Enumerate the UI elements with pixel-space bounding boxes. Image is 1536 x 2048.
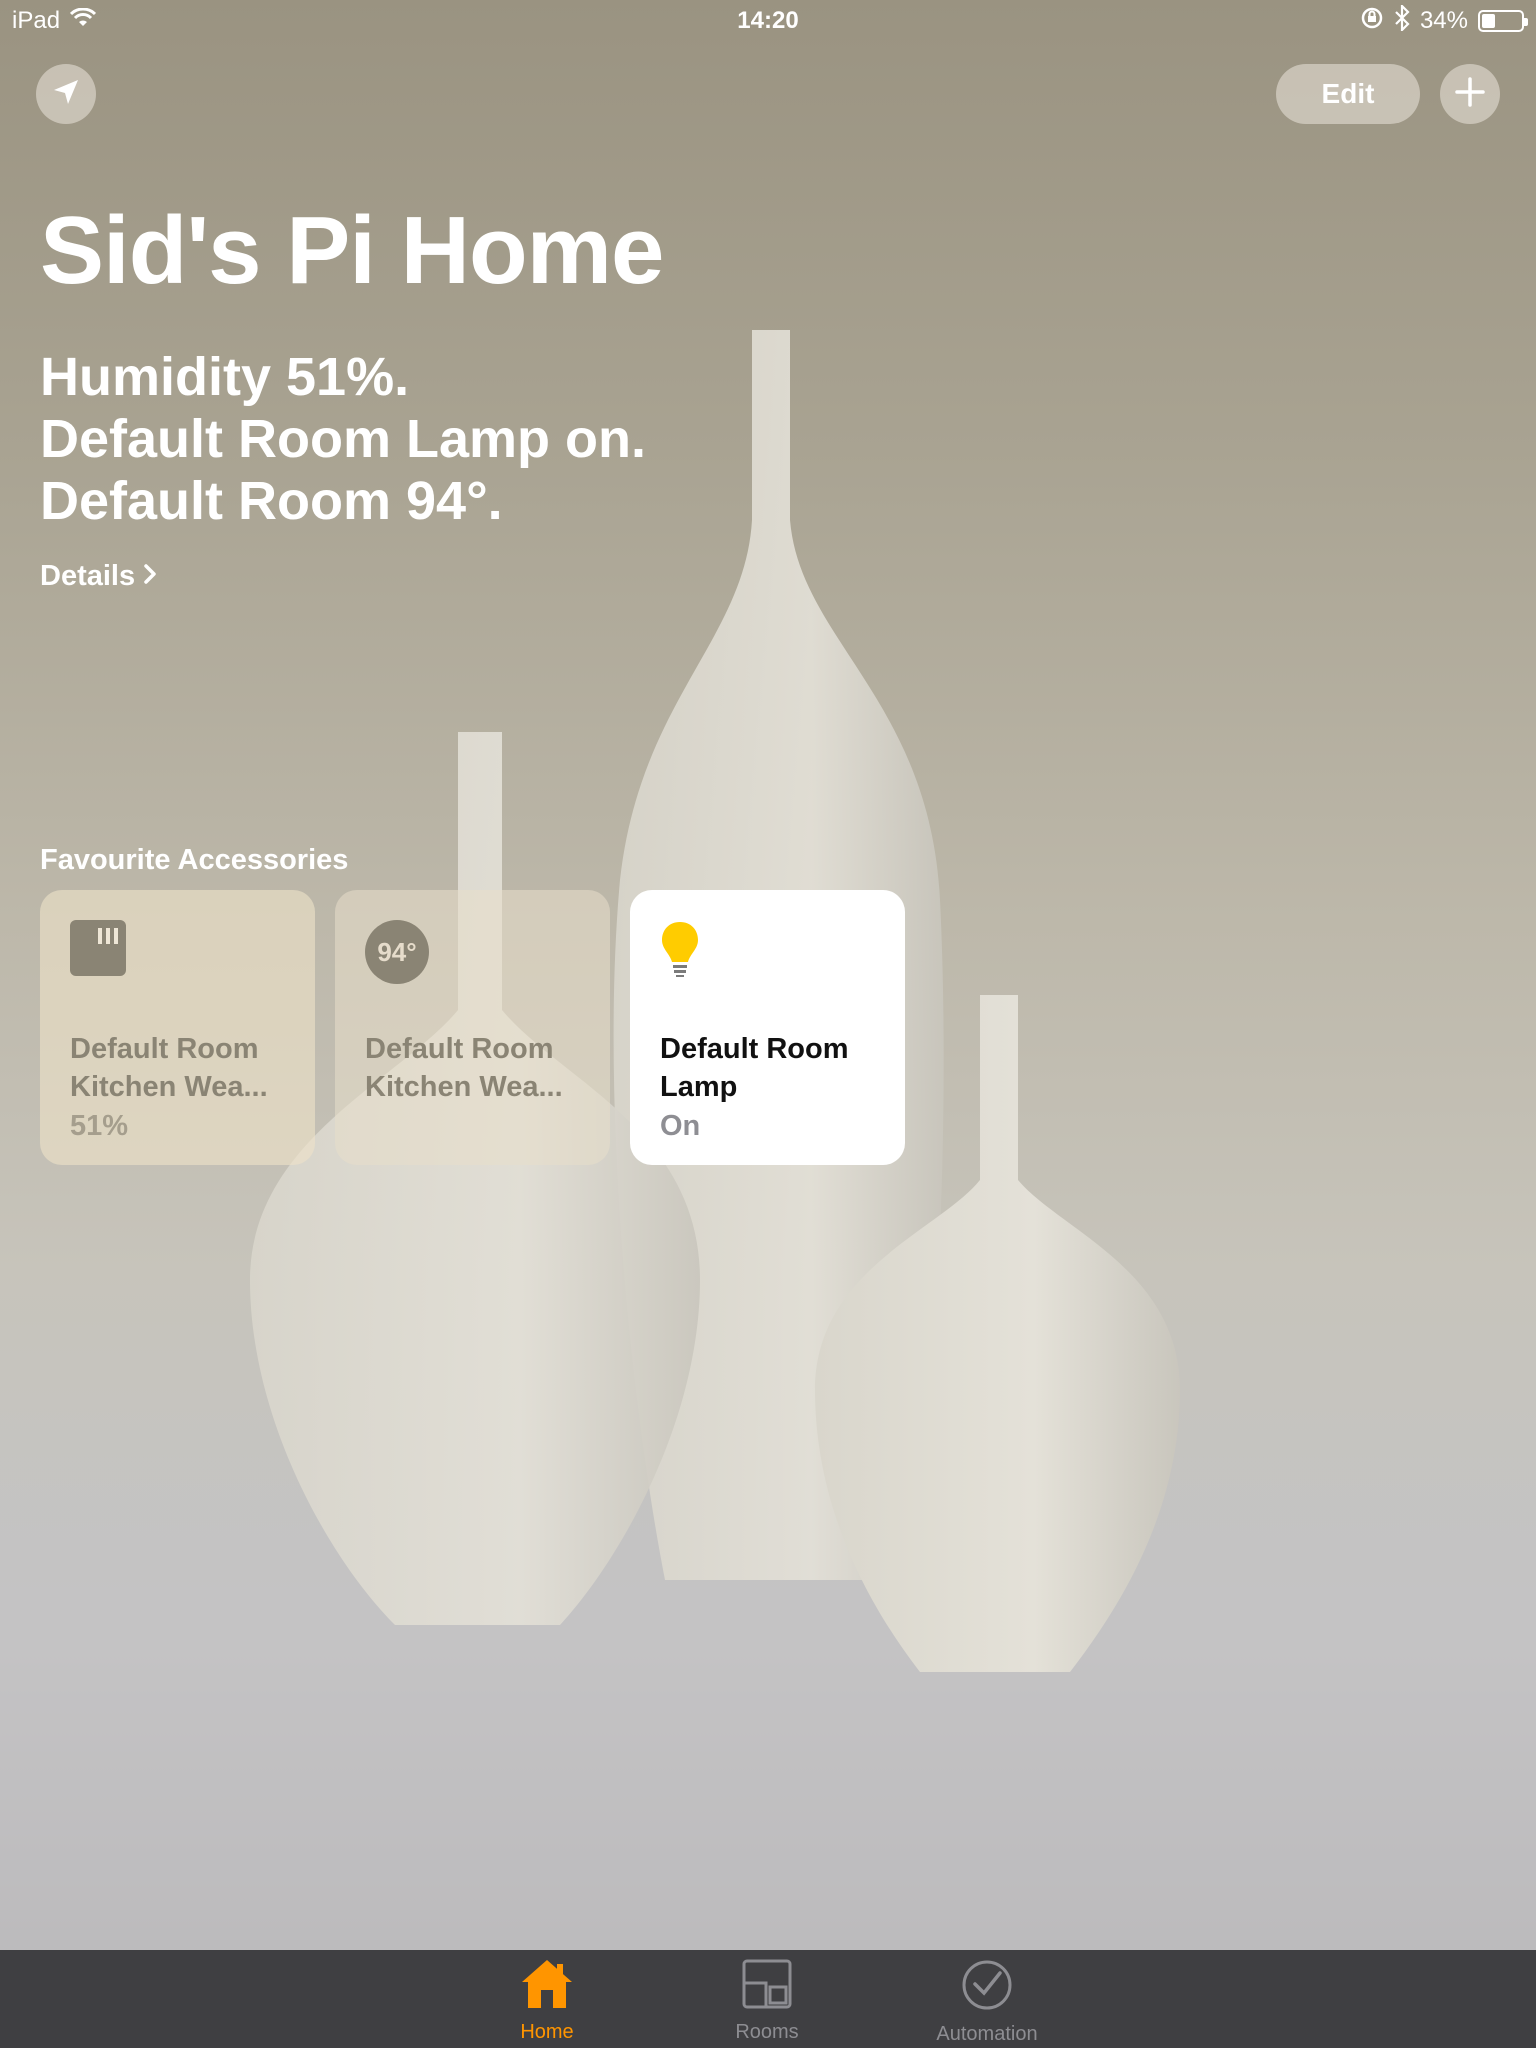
rooms-icon bbox=[741, 1958, 793, 2015]
tile-name-line2: Kitchen Wea... bbox=[70, 1071, 268, 1103]
chevron-right-icon bbox=[143, 560, 157, 593]
device-name: iPad bbox=[12, 7, 61, 34]
accessory-tile-humidity[interactable]: Default Room Kitchen Wea... 51% bbox=[40, 890, 315, 1165]
status-right: 34% bbox=[1360, 2, 1528, 38]
tile-name-line2: Lamp bbox=[660, 1071, 738, 1103]
temperature-sensor-icon: 94° bbox=[365, 920, 429, 984]
summary-humidity: Humidity 51%. bbox=[40, 347, 410, 407]
tile-name-line2: Kitchen Wea... bbox=[365, 1071, 563, 1103]
details-link[interactable]: Details bbox=[40, 560, 157, 593]
edit-button[interactable]: Edit bbox=[1276, 64, 1420, 124]
status-left: iPad bbox=[12, 7, 97, 35]
tile-name: Default Room Kitchen Wea... bbox=[70, 1030, 295, 1106]
tile-name-line1: Default Room bbox=[70, 1033, 259, 1065]
summary-lamp: Default Room Lamp on. bbox=[40, 409, 646, 469]
tab-automation-label: Automation bbox=[936, 2023, 1038, 2045]
battery-percent: 34% bbox=[1419, 7, 1468, 34]
battery-level bbox=[1482, 14, 1495, 28]
battery-icon bbox=[1478, 10, 1528, 32]
accessory-tile-lamp[interactable]: Default Room Lamp On bbox=[630, 890, 905, 1165]
tab-rooms[interactable]: Rooms bbox=[677, 1958, 857, 2044]
rotation-lock-icon bbox=[1360, 6, 1384, 37]
tab-automation[interactable]: Automation bbox=[897, 1958, 1077, 2046]
tile-name: Default Room Kitchen Wea... bbox=[365, 1030, 590, 1106]
tab-rooms-label: Rooms bbox=[735, 2021, 799, 2043]
house-icon bbox=[519, 1958, 575, 2015]
lightbulb-icon bbox=[660, 920, 700, 985]
tile-name-line1: Default Room bbox=[660, 1033, 849, 1065]
tile-name: Default Room Lamp bbox=[660, 1030, 885, 1106]
tab-home-label: Home bbox=[520, 2021, 574, 2043]
bluetooth-icon bbox=[1394, 2, 1410, 38]
add-button[interactable] bbox=[1440, 64, 1500, 124]
status-time: 14:20 bbox=[737, 7, 799, 34]
details-label: Details bbox=[40, 560, 136, 592]
plus-icon bbox=[1454, 76, 1486, 113]
humidity-sensor-icon bbox=[70, 920, 126, 981]
status-bar: iPad 14:20 34% bbox=[0, 0, 1536, 42]
clock-check-icon bbox=[960, 1958, 1014, 2017]
tab-home[interactable]: Home bbox=[457, 1958, 637, 2044]
wifi-icon bbox=[69, 7, 97, 35]
home-summary: Humidity 51%. Default Room Lamp on. Defa… bbox=[40, 346, 646, 532]
tile-name-line1: Default Room bbox=[365, 1033, 554, 1065]
tile-status: 51% bbox=[70, 1110, 129, 1142]
temperature-icon-text: 94° bbox=[377, 936, 417, 967]
location-arrow-icon bbox=[51, 77, 81, 112]
favourites-title: Favourite Accessories bbox=[40, 844, 349, 876]
home-title: Sid's Pi Home bbox=[40, 197, 664, 304]
tab-bar: Home Rooms Automation bbox=[0, 1950, 1536, 2048]
accessory-tile-temperature[interactable]: 94° Default Room Kitchen Wea... bbox=[335, 890, 610, 1165]
summary-temperature: Default Room 94°. bbox=[40, 471, 503, 531]
location-button[interactable] bbox=[36, 64, 96, 124]
tile-status: On bbox=[660, 1110, 701, 1142]
